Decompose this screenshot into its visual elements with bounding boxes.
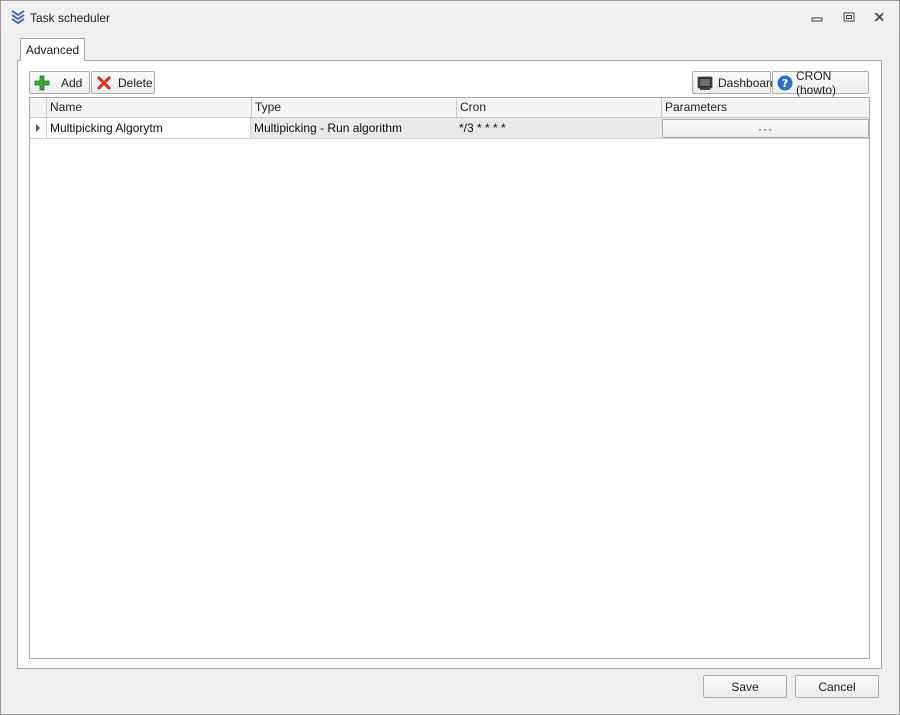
dashboard-button-label: Dashboard [718,75,777,90]
x-icon [96,75,112,91]
row-pointer-icon [36,124,40,132]
table-row[interactable]: Multipicking Algorytm Multipicking - Run… [30,118,869,139]
tab-advanced[interactable]: Advanced [20,38,85,61]
maximize-icon [843,12,855,22]
tab-advanced-label: Advanced [25,43,80,57]
maximize-button[interactable] [841,9,857,25]
close-icon [874,12,884,22]
close-button[interactable] [871,9,887,25]
add-button-label: Add [61,75,83,90]
minimize-icon [811,17,823,22]
minimize-button[interactable] [809,9,825,25]
delete-button-label: Delete [118,75,153,90]
delete-button[interactable]: Delete [91,71,155,94]
cell-name[interactable]: Multipicking Algorytm [47,118,251,138]
column-header-type[interactable]: Type [251,98,456,118]
row-indicator-header [30,98,47,118]
plus-icon [34,75,50,91]
column-header-name[interactable]: Name [46,98,251,118]
grid-header: Name Type Cron Parameters [30,98,869,118]
cron-howto-button[interactable]: ? CRON (howto) [772,68,869,97]
parameters-ellipsis-button[interactable]: ··· [662,119,869,138]
dashboard-button[interactable]: Dashboard [692,71,777,94]
column-header-cron[interactable]: Cron [456,98,661,118]
save-button[interactable]: Save [703,675,787,698]
cancel-button[interactable]: Cancel [795,675,879,698]
task-scheduler-window: Task scheduler Advanced Add Delete Dashb… [0,0,900,715]
row-indicator[interactable] [30,118,47,138]
title-bar: Task scheduler [1,1,899,31]
question-icon: ? [777,75,793,91]
add-button[interactable]: Add [29,71,90,94]
cell-cron[interactable]: */3 * * * * [456,118,661,138]
column-header-parameters[interactable]: Parameters [661,98,869,118]
tasks-grid: Name Type Cron Parameters Multipicking A… [29,97,870,659]
svg-text:?: ? [782,77,788,90]
monitor-icon [697,75,713,91]
app-icon [11,9,25,25]
cell-parameters: ··· [661,118,869,138]
window-title: Task scheduler [30,11,111,25]
cron-howto-button-label: CRON (howto) [796,68,837,97]
cell-type[interactable]: Multipicking - Run algorithm [251,118,456,138]
